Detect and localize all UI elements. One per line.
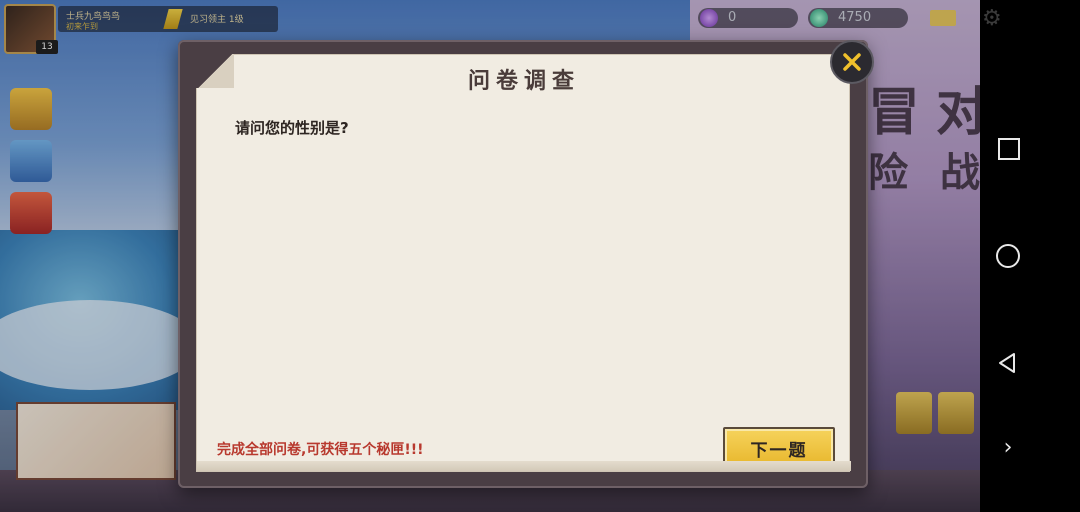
next-question-button[interactable]: 下一题	[723, 427, 835, 465]
dialog-title: 问卷调查	[467, 68, 580, 94]
question-text: 请问您的性别是?	[235, 119, 349, 137]
system-nav-bar: ⚙ ›	[980, 0, 1080, 512]
home-icon[interactable]	[994, 242, 1022, 270]
gear-icon[interactable]: ⚙	[982, 6, 1010, 34]
back-icon[interactable]	[994, 350, 1022, 378]
close-button[interactable]	[830, 40, 874, 84]
chevron-right-icon[interactable]: ›	[994, 434, 1022, 462]
close-icon	[843, 53, 861, 71]
reward-note: 完成全部问卷,可获得五个秘匣!!!	[217, 442, 424, 458]
recents-icon[interactable]	[994, 134, 1022, 162]
next-question-label: 下一题	[750, 441, 808, 461]
survey-dialog: 问卷调查 请问您的性别是? 完成全部问卷,可获得五个秘匣!!! 下一题	[196, 54, 851, 472]
paper-bottom-edge	[197, 461, 851, 471]
